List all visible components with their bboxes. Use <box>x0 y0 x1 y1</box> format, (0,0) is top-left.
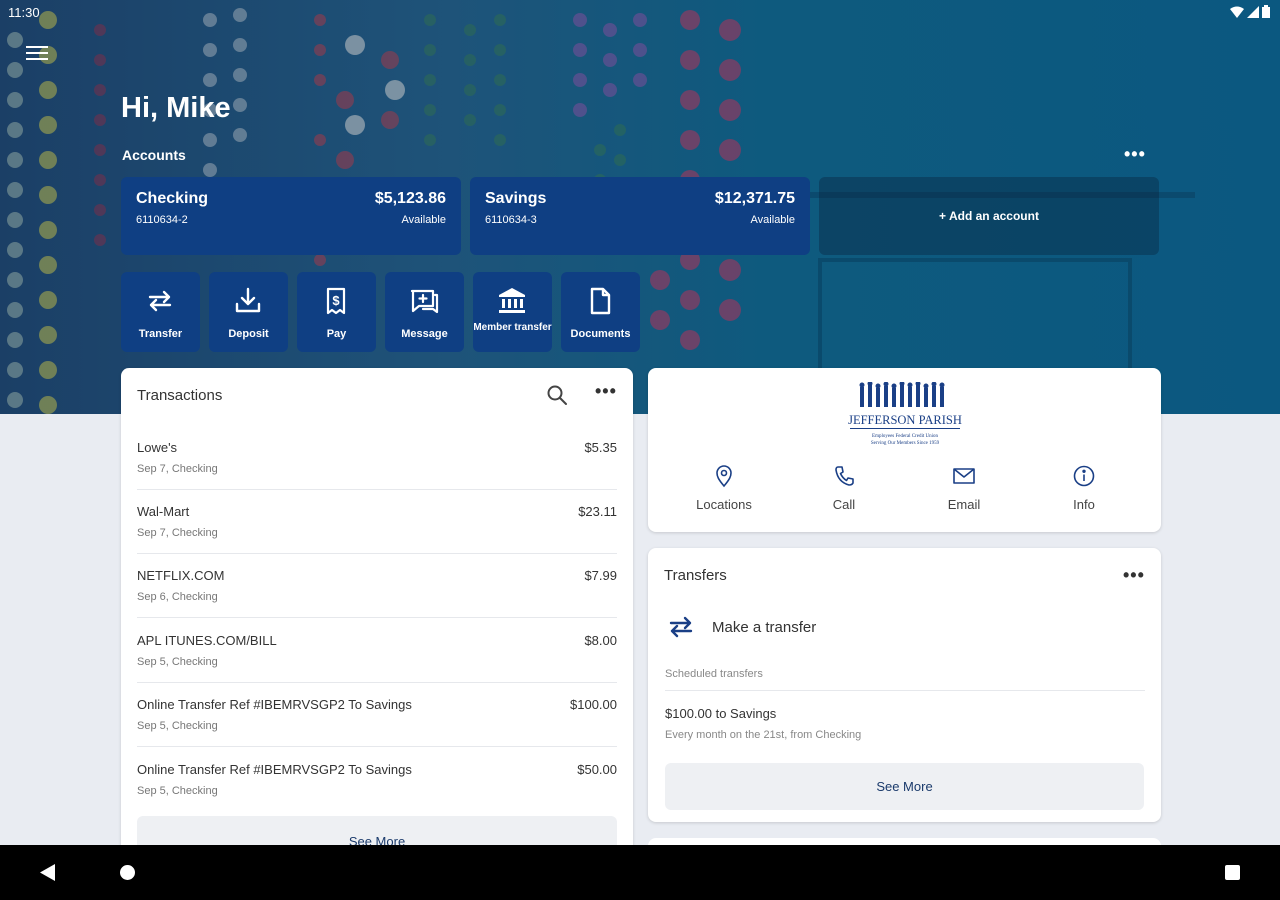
transaction-description: Lowe's <box>137 440 178 455</box>
account-name: Checking <box>136 190 209 207</box>
account-card-savings[interactable]: Savings 6110634-3 $12,371.75 Available <box>470 177 810 255</box>
action-pay[interactable]: $ Pay <box>297 272 376 352</box>
system-navigation-bar <box>0 845 1280 900</box>
make-transfer-label: Make a transfer <box>712 619 817 636</box>
transfer-icon <box>148 290 172 312</box>
transaction-description: APL ITUNES.COM/BILL <box>137 633 277 648</box>
contact-locations[interactable]: Locations <box>679 464 769 512</box>
transaction-date: Sep 7, Checking <box>137 527 218 539</box>
recent-apps-icon[interactable] <box>1225 865 1240 880</box>
scheduled-transfer-title[interactable]: $100.00 to Savings <box>665 706 776 721</box>
location-pin-icon <box>716 465 732 488</box>
account-name: Savings <box>485 190 547 207</box>
battery-icon <box>1262 5 1270 18</box>
scheduled-transfer-detail: Every month on the 21st, from Checking <box>665 729 862 741</box>
transfers-see-more-button[interactable]: See More <box>665 763 1144 810</box>
transaction-description: Online Transfer Ref #IBEMRVSGP2 To Savin… <box>137 762 412 777</box>
transfers-card: Transfers ••• Make a transfer Scheduled … <box>648 548 1161 822</box>
transaction-amount: $50.00 <box>577 762 617 777</box>
account-balance: $12,371.75 <box>714 190 795 207</box>
action-label: Documents <box>570 328 631 340</box>
email-icon <box>953 468 975 484</box>
action-deposit[interactable]: Deposit <box>209 272 288 352</box>
transaction-date: Sep 7, Checking <box>137 463 218 475</box>
transfers-title: Transfers <box>664 567 727 584</box>
action-label: Message <box>401 328 448 340</box>
contact-label: Call <box>832 497 856 512</box>
account-balance: $5,123.86 <box>374 190 446 207</box>
account-number: 6110634-3 <box>485 214 537 226</box>
scheduled-transfers-label: Scheduled transfers <box>665 668 763 680</box>
transaction-amount: $8.00 <box>584 633 617 648</box>
logo-tagline: Serving Our Members Since 1959 <box>871 441 940 446</box>
transactions-more-button[interactable]: ••• <box>595 381 617 402</box>
accounts-more-button[interactable]: ••• <box>1124 144 1146 165</box>
contact-info[interactable]: Info <box>1039 464 1129 512</box>
menu-icon[interactable] <box>26 46 48 66</box>
transaction-description: NETFLIX.COM <box>137 568 225 583</box>
transaction-description: Online Transfer Ref #IBEMRVSGP2 To Savin… <box>137 697 412 712</box>
status-time: 11:30 <box>8 5 40 20</box>
deposit-icon <box>235 287 261 313</box>
signal-icon <box>1247 5 1259 18</box>
action-label: Pay <box>326 328 347 340</box>
transactions-card: Transactions ••• Lowe's Sep 7, Checking … <box>121 368 633 858</box>
wifi-icon <box>1230 6 1244 18</box>
contact-email[interactable]: Email <box>919 464 1009 512</box>
action-label: Member transfer <box>473 322 552 333</box>
action-label: Transfer <box>138 328 183 340</box>
transactions-title: Transactions <box>137 387 223 404</box>
transaction-date: Sep 5, Checking <box>137 720 218 732</box>
action-label: Deposit <box>228 328 269 340</box>
contact-label: Info <box>1073 497 1095 512</box>
transaction-amount: $5.35 <box>584 440 617 455</box>
action-documents[interactable]: Documents <box>561 272 640 352</box>
transaction-row[interactable]: APL ITUNES.COM/BILL Sep 5, Checking $8.0… <box>137 619 617 683</box>
svg-text:$: $ <box>332 293 340 308</box>
transaction-date: Sep 5, Checking <box>137 785 218 797</box>
info-icon <box>1073 465 1095 487</box>
transaction-row[interactable]: Online Transfer Ref #IBEMRVSGP2 To Savin… <box>137 748 617 812</box>
account-balance-label: Available <box>750 214 795 226</box>
transfer-icon <box>669 616 693 638</box>
logo-wordmark: JEFFERSON PARISH <box>848 413 962 427</box>
bank-icon <box>499 288 525 313</box>
credit-union-logo: JEFFERSON PARISH Employees Federal Credi… <box>848 382 962 446</box>
account-balance-label: Available <box>401 214 446 226</box>
transaction-amount: $100.00 <box>570 697 617 712</box>
transaction-row[interactable]: Wal-Mart Sep 7, Checking $23.11 <box>137 490 617 554</box>
contact-label: Locations <box>696 497 752 512</box>
action-transfer[interactable]: Transfer <box>121 272 200 352</box>
account-number: 6110634-2 <box>136 214 188 226</box>
transaction-amount: $7.99 <box>584 568 617 583</box>
bill-pay-icon: $ <box>326 287 346 315</box>
transaction-row[interactable]: Online Transfer Ref #IBEMRVSGP2 To Savin… <box>137 683 617 747</box>
divider <box>665 690 1145 691</box>
transaction-row[interactable]: NETFLIX.COM Sep 6, Checking $7.99 <box>137 554 617 618</box>
action-message[interactable]: Message <box>385 272 464 352</box>
phone-icon <box>835 466 854 486</box>
transaction-description: Wal-Mart <box>137 504 190 519</box>
accounts-label: Accounts <box>122 147 186 163</box>
contact-label: Email <box>947 497 981 512</box>
transaction-date: Sep 6, Checking <box>137 591 218 603</box>
account-card-checking[interactable]: Checking 6110634-2 $5,123.86 Available <box>121 177 461 255</box>
credit-union-card: JEFFERSON PARISH Employees Federal Credi… <box>648 368 1161 532</box>
action-member-transfer[interactable]: Member transfer <box>473 272 552 352</box>
transaction-amount: $23.11 <box>578 504 617 519</box>
greeting: Hi, Mike <box>121 92 231 124</box>
logo-tagline: Employees Federal Credit Union <box>872 434 938 439</box>
transfers-more-button[interactable]: ••• <box>1123 565 1145 586</box>
message-icon <box>410 289 439 314</box>
search-icon[interactable] <box>546 384 568 406</box>
back-icon[interactable] <box>40 864 56 881</box>
document-icon <box>590 287 611 315</box>
add-account-button[interactable]: + Add an account <box>819 177 1159 255</box>
status-bar: 11:30 <box>0 0 1280 26</box>
transaction-date: Sep 5, Checking <box>137 656 218 668</box>
transaction-row[interactable]: Lowe's Sep 7, Checking $5.35 <box>137 426 617 490</box>
contact-call[interactable]: Call <box>799 464 889 512</box>
home-icon[interactable] <box>120 865 135 880</box>
make-transfer-button[interactable]: Make a transfer <box>666 611 966 643</box>
